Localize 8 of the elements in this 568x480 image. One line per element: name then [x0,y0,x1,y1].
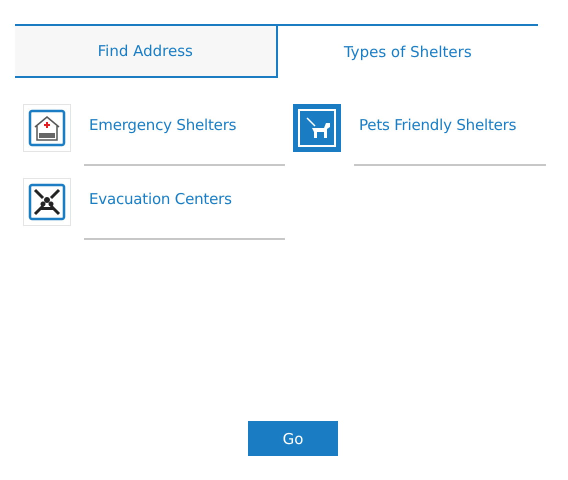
shelter-type-link[interactable]: Evacuation Centers [89,178,285,224]
pets-icon[interactable] [293,104,341,152]
shelter-type-link[interactable]: Emergency Shelters [89,104,285,150]
tab[interactable]: Find Address [15,26,278,78]
go-button[interactable]: Go [248,421,338,456]
shelter-type-link[interactable]: Pets Friendly Shelters [359,104,546,150]
evacuation-icon[interactable] [23,178,71,226]
emergency-icon[interactable] [23,104,71,152]
